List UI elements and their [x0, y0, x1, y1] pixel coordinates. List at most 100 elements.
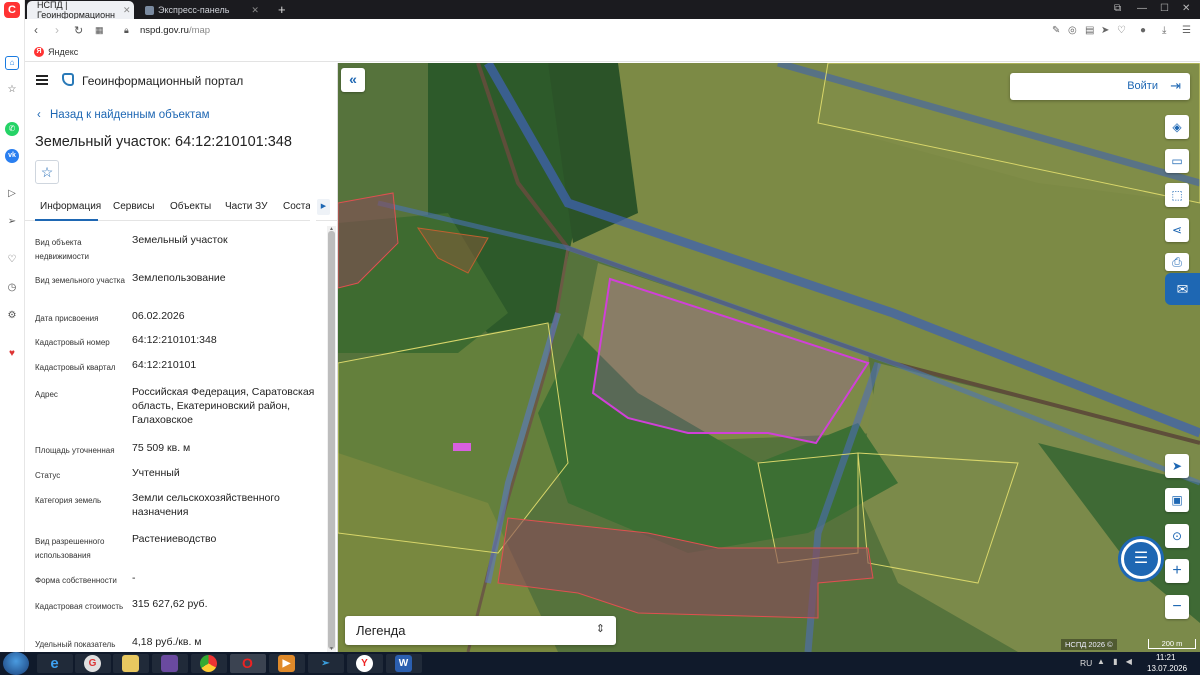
browser-tab-bar: НСПД | Геоинформационн ✕ Экспресс-панель… — [0, 0, 1200, 20]
clock-date[interactable]: 13.07.2026 — [1147, 664, 1187, 673]
profile-icon[interactable]: ● — [1140, 25, 1146, 36]
map-attribution: НСПД 2026 © — [1061, 639, 1117, 650]
menu-icon[interactable]: ☰ — [1182, 25, 1191, 36]
tab-services[interactable]: Сервисы — [113, 201, 154, 212]
yandex-browser-logo-icon[interactable]: С — [4, 2, 20, 18]
chrome-icon — [200, 655, 217, 672]
heart-icon[interactable]: ♡ — [5, 253, 19, 267]
forward-icon[interactable]: › — [55, 23, 59, 37]
geo-search-icon: ⊙ — [1171, 529, 1183, 543]
minimize-icon[interactable]: — — [1137, 3, 1147, 14]
property-value: Российская Федерация, Саратовская област… — [132, 386, 315, 426]
internet-explorer-icon: e — [50, 655, 59, 672]
bookmark-yandex[interactable]: Я Яндекс — [34, 47, 78, 57]
taskbar-opera[interactable]: O — [230, 654, 266, 673]
browser-tab-nspd[interactable]: НСПД | Геоинформационн ✕ — [27, 0, 134, 20]
send-icon[interactable]: ➢ — [5, 215, 19, 229]
tab-information[interactable]: Информация — [40, 201, 101, 212]
hamburger-menu-icon[interactable] — [36, 75, 48, 85]
whatsapp-icon[interactable]: ✆ — [5, 122, 19, 136]
tabs-scroll-right-icon[interactable]: ▶ — [317, 199, 330, 215]
word-icon: W — [395, 655, 412, 672]
back-to-results-link[interactable]: ‹ Назад к найденным объектам — [37, 109, 210, 121]
properties-scrollbar[interactable]: ▲ ▼ — [327, 226, 336, 652]
taskbar-chrome[interactable] — [191, 654, 227, 673]
feedback-button[interactable]: ✉ — [1165, 273, 1200, 305]
tab-title: НСПД | Геоинформационн — [37, 0, 116, 20]
share-icon: ⋖ — [1171, 223, 1183, 237]
geo-search-button[interactable]: ⊙ — [1165, 524, 1189, 548]
taskbar-explorer[interactable] — [113, 654, 149, 673]
camera-icon[interactable]: ◎ — [1068, 25, 1077, 36]
scrollbar-thumb[interactable] — [328, 231, 335, 649]
ruler-button[interactable]: ▭ — [1165, 149, 1189, 173]
tab-land-parts[interactable]: Части ЗУ — [225, 201, 267, 212]
active-tab-indicator — [35, 219, 98, 221]
taskbar-yandex[interactable]: Y — [347, 654, 383, 673]
send-icon[interactable]: ➤ — [1101, 25, 1109, 36]
vk-icon[interactable]: vk — [5, 149, 19, 163]
object-info-panel: Геоинформационный портал ‹ Назад к найден… — [25, 63, 338, 652]
collections-icon[interactable]: ☆ — [5, 83, 19, 97]
property-label: Форма собственности — [35, 576, 117, 585]
play-icon[interactable]: ▷ — [5, 187, 19, 201]
locate-button[interactable]: ➤ — [1165, 454, 1189, 478]
ruler-icon: ▭ — [1171, 154, 1183, 168]
assistant-chat-button[interactable]: ☰ — [1121, 539, 1161, 579]
close-window-icon[interactable]: ✕ — [1182, 3, 1190, 14]
reader-icon[interactable]: ▤ — [1085, 25, 1094, 36]
download-icon[interactable]: ⤓ — [1162, 25, 1166, 36]
telegram-icon: ➢ — [321, 658, 330, 669]
close-tab-icon[interactable]: ✕ — [251, 5, 259, 16]
login-label: Войти — [1127, 80, 1158, 92]
taskbar-ie[interactable]: e — [37, 654, 73, 673]
select-area-button[interactable]: ⬚ — [1165, 183, 1189, 207]
zoom-out-button[interactable]: − — [1165, 595, 1189, 619]
property-label: Удельный показатель — [35, 640, 116, 649]
start-button[interactable] — [3, 652, 29, 675]
close-tab-icon[interactable]: ✕ — [123, 5, 131, 16]
tabs-grid-icon[interactable]: ▦ — [95, 25, 104, 36]
history-icon[interactable]: ◷ — [5, 281, 19, 295]
clock-time[interactable]: 11:21 — [1156, 653, 1175, 662]
login-button[interactable]: Войти ⇥ — [1010, 73, 1190, 100]
browser-tab-express[interactable]: Экспресс-панель ✕ — [139, 1, 271, 19]
property-value: 4,18 руб./кв. м — [132, 636, 202, 648]
login-arrow-icon: ⇥ — [1170, 78, 1181, 93]
legend-dropdown[interactable]: Легенда ⇕ — [345, 616, 616, 645]
taskbar-app[interactable]: G — [75, 654, 111, 673]
print-button[interactable]: ⎙ — [1165, 253, 1189, 271]
home-icon[interactable]: ⌂ — [5, 56, 19, 70]
taskbar-telegram[interactable]: ➢ — [308, 654, 344, 673]
print-icon: ⎙ — [1172, 255, 1182, 269]
browser-sidebar: С ⌂ ☆ ✆ vk ▷ ➢ ♡ ◷ ⚙ ♥ — [0, 0, 25, 652]
taskbar-word[interactable]: W — [386, 654, 422, 673]
edit-icon[interactable]: ✎ — [1052, 25, 1060, 36]
collapse-panel-button[interactable]: « — [341, 68, 365, 92]
zoom-in-button[interactable]: + — [1165, 559, 1189, 583]
favorite-heart-icon[interactable]: ♡ — [1117, 25, 1126, 36]
bookmark-tab-icon[interactable]: ⧉ — [1114, 3, 1121, 14]
alice-icon[interactable]: ♥ — [5, 347, 19, 361]
reload-icon[interactable]: ↻ — [74, 24, 83, 37]
property-value: Земли сельскохозяйственного назначения — [132, 492, 280, 518]
share-button[interactable]: ⋖ — [1165, 218, 1189, 242]
back-icon[interactable]: ‹ — [34, 23, 38, 37]
favorite-star-button[interactable]: ☆ — [35, 160, 59, 184]
tray-icons[interactable]: ▲ ▮ ◀ — [1097, 657, 1135, 666]
settings-icon[interactable]: ⚙ — [5, 309, 19, 323]
taskbar-app2[interactable] — [152, 654, 188, 673]
taskbar-player[interactable]: ▶ — [269, 654, 305, 673]
map-view[interactable]: « Войти ⇥ ◈ ▭ ⬚ ⋖ ⎙ ✉ ➤ ▣ ⊙ + − ☰ Легенд… — [338, 63, 1200, 652]
new-tab-icon[interactable]: + — [278, 2, 286, 17]
opera-icon: O — [242, 655, 253, 671]
maximize-icon[interactable]: ☐ — [1160, 3, 1169, 14]
layers-button[interactable]: ◈ — [1165, 115, 1189, 139]
tab-objects[interactable]: Объекты — [170, 201, 211, 212]
portal-title: Геоинформационный портал — [82, 74, 244, 88]
url-host: nspd.gov.ru — [140, 25, 189, 36]
address-bar[interactable]: nspd.gov.ru/map — [140, 25, 210, 36]
zoom-out-icon: − — [1172, 598, 1182, 615]
minimap-button[interactable]: ▣ — [1165, 488, 1189, 512]
keyboard-language[interactable]: RU — [1080, 658, 1092, 668]
